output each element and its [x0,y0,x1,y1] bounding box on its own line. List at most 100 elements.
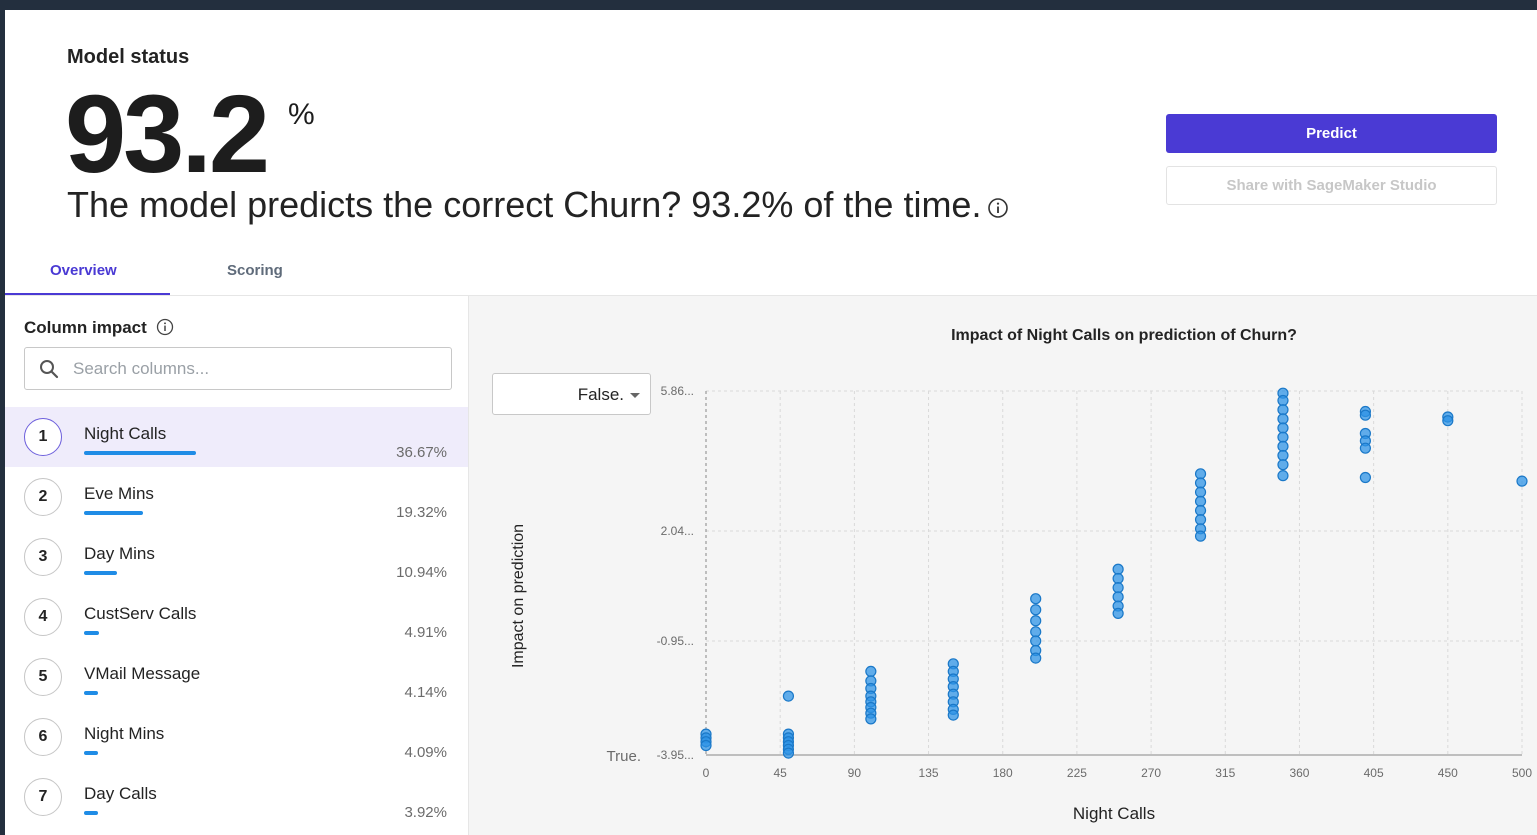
scatter-point [1030,604,1042,616]
column-rank-badge: 4 [24,598,62,636]
active-tab-indicator [5,293,170,295]
scatter-point [1277,404,1289,416]
search-columns-input[interactable] [73,352,443,386]
scatter-point [1112,607,1124,620]
scatter-point [1277,422,1289,434]
chart-title: Impact of Night Calls on prediction of C… [951,327,1297,344]
scatter-point [1277,431,1289,443]
column-impact-list: 1 Night Calls 36.67% 2 Eve Mins 19.32% 3 Day Mi… [5,407,468,827]
scatter-point [1277,440,1289,452]
scatter-point [1359,442,1371,454]
scatter-point [1112,563,1124,575]
column-rank-badge: 6 [24,718,62,756]
search-columns-box [24,347,452,390]
column-impact-percent: 4.09% [404,744,447,761]
predict-button[interactable]: Predict [1166,114,1497,153]
column-impact-percent: 3.92% [404,804,447,821]
column-rank-badge: 7 [24,778,62,816]
y-tick-label: 2.04... [661,524,694,538]
scatter-point [700,739,712,752]
y-tick-label: -0.95... [657,634,694,648]
scatter-point [865,713,877,725]
scatter-point [1030,593,1042,605]
scatter-point [1194,504,1207,517]
y-tick-label: 5.86... [661,384,694,398]
scatter-point [1359,409,1371,421]
x-tick-label: 45 [774,766,788,780]
tab-bar: Overview Scoring [5,250,1537,296]
column-impact-percent: 10.94% [396,564,447,581]
x-tick-label: 180 [993,766,1013,780]
x-tick-label: 500 [1512,766,1532,780]
scatter-point [782,747,795,759]
x-tick-label: 450 [1438,766,1458,780]
column-name: VMail Message [84,664,201,683]
column-impact-row[interactable]: 7 Day Calls 3.92% [5,767,468,827]
impact-chart-panel: False. 0 45 90 135 180 225 270 315 360 405 450 500 5… [469,296,1537,835]
column-name: Night Calls [84,424,167,443]
scatter-point [1194,495,1207,507]
scatter-point [1516,475,1528,487]
scatter-point [1194,530,1207,542]
impact-scatter-chart: 0 45 90 135 180 225 270 315 360 405 450 500 5.86... 2… [510,327,1532,823]
column-name: Night Mins [84,724,165,743]
true-class-label: True. [607,748,641,765]
column-impact-row[interactable]: 2 Eve Mins 19.32% [5,467,468,527]
y-axis-label: Impact on prediction [510,524,527,668]
column-impact-percent: 19.32% [396,504,447,521]
x-tick-label: 225 [1067,766,1087,780]
tab-overview[interactable]: Overview [50,262,117,279]
scatter-point [1277,413,1289,425]
column-impact-info-icon[interactable] [156,318,174,341]
x-tick-label: 0 [703,766,710,780]
share-with-sagemaker-studio-button[interactable]: Share with SageMaker Studio [1166,166,1497,205]
scatter-point [865,665,877,677]
search-icon [39,359,59,384]
column-impact-bar [84,511,143,515]
scatter-point [1030,652,1042,664]
column-impact-bar [84,811,98,815]
column-impact-bar [84,751,98,755]
column-impact-bar [84,691,98,695]
column-name: Eve Mins [84,484,154,503]
column-name: Day Mins [84,544,155,563]
accuracy-percent-symbol: % [288,98,315,131]
column-impact-row[interactable]: 1 Night Calls 36.67% [5,407,468,467]
scatter-point [1277,449,1289,462]
column-impact-percent: 4.14% [404,684,447,701]
column-rank-badge: 2 [24,478,62,516]
scatter-point [1194,486,1207,498]
column-impact-row[interactable]: 3 Day Mins 10.94% [5,527,468,587]
model-status-label: Model status [67,46,190,68]
x-axis-label: Night Calls [1073,804,1155,823]
tab-scoring[interactable]: Scoring [227,262,283,279]
column-impact-title-text: Column impact [24,318,147,337]
scatter-point [1194,514,1207,526]
column-impact-bar [84,631,99,635]
column-rank-badge: 5 [24,658,62,696]
column-impact-row[interactable]: 4 CustServ Calls 4.91% [5,587,468,647]
column-impact-row[interactable]: 6 Night Mins 4.09% [5,707,468,767]
scatter-point [1277,394,1289,407]
x-tick-label: 270 [1141,766,1161,780]
scatter-point [947,709,959,721]
column-impact-bar [84,571,118,575]
accuracy-value: 93.2 [65,73,270,196]
info-icon[interactable] [987,186,1009,228]
accuracy-summary: The model predicts the correct Churn? 93… [67,184,1009,228]
column-impact-panel: Column impact 1 Night Calls 36.67% 2 Eve Min… [5,296,469,835]
accuracy-summary-text: The model predicts the correct Churn? 93… [67,184,982,225]
scatter-point [1112,582,1124,594]
column-rank-badge: 3 [24,538,62,576]
scatter-point [1277,470,1289,482]
x-tick-label: 135 [919,766,939,780]
scatter-point [1277,459,1289,471]
scatter-point [1030,626,1042,638]
column-impact-row[interactable]: 5 VMail Message 4.14% [5,647,468,707]
column-name: CustServ Calls [84,604,197,623]
column-name: Day Calls [84,784,157,803]
scatter-point [1112,591,1124,603]
column-impact-bar [84,451,196,455]
x-tick-label: 405 [1364,766,1384,780]
y-tick-label: -3.95... [657,748,694,762]
